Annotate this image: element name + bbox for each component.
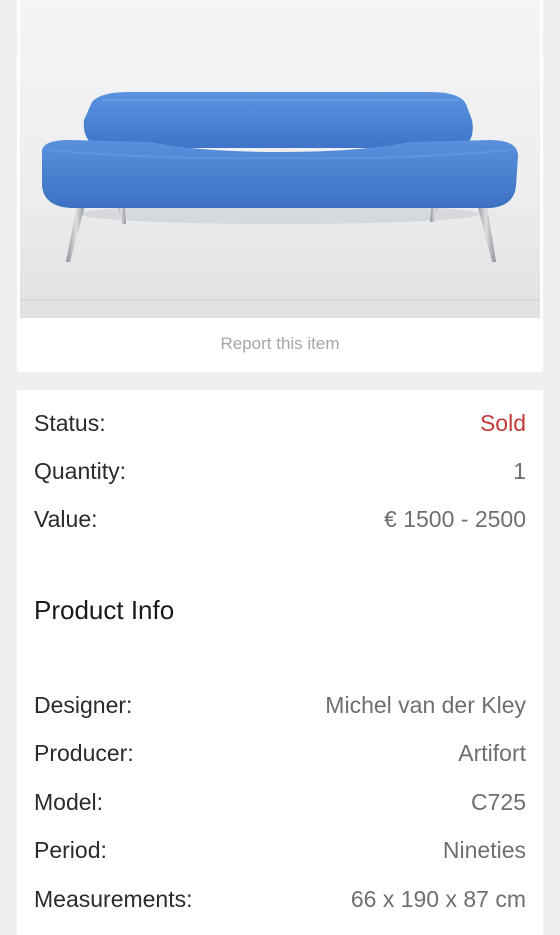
product-info-card: Status: Sold Quantity: 1 Value: € 1500 -… bbox=[17, 390, 543, 935]
quantity-value: 1 bbox=[513, 458, 526, 484]
value-row: Value: € 1500 - 2500 bbox=[34, 501, 526, 537]
sofa-image bbox=[20, 0, 540, 318]
product-image-card: Report this item bbox=[17, 0, 543, 372]
status-badge: Sold bbox=[479, 410, 526, 436]
quantity-label: Quantity: bbox=[34, 458, 127, 484]
measurements-value: 66 x 190 x 87 cm bbox=[350, 886, 526, 912]
measurements-row: Measurements: 66 x 190 x 87 cm bbox=[34, 881, 526, 917]
designer-row: Designer: Michel van der Kley bbox=[34, 687, 526, 723]
producer-label: Producer: bbox=[34, 740, 134, 766]
period-label: Period: bbox=[34, 837, 107, 863]
model-row: Model: C725 bbox=[34, 784, 526, 820]
model-value: C725 bbox=[471, 789, 526, 815]
producer-row: Producer: Artifort bbox=[34, 735, 526, 771]
status-row: Status: Sold bbox=[34, 405, 526, 441]
period-row: Period: Nineties bbox=[34, 832, 526, 868]
value-label: Value: bbox=[34, 506, 98, 532]
report-item-link[interactable]: Report this item bbox=[17, 334, 543, 354]
value-range: € 1500 - 2500 bbox=[384, 506, 526, 532]
measurements-label: Measurements: bbox=[34, 886, 193, 912]
designer-value: Michel van der Kley bbox=[325, 692, 526, 718]
product-info-title: Product Info bbox=[34, 595, 175, 625]
product-photo[interactable] bbox=[20, 0, 540, 318]
quantity-row: Quantity: 1 bbox=[34, 453, 526, 489]
status-label: Status: bbox=[34, 410, 106, 436]
producer-value: Artifort bbox=[458, 740, 526, 766]
model-label: Model: bbox=[34, 789, 104, 815]
product-detail-page: Report this item Status: Sold Quantity: … bbox=[0, 0, 560, 935]
period-value: Nineties bbox=[442, 837, 526, 863]
designer-label: Designer: bbox=[34, 692, 133, 718]
